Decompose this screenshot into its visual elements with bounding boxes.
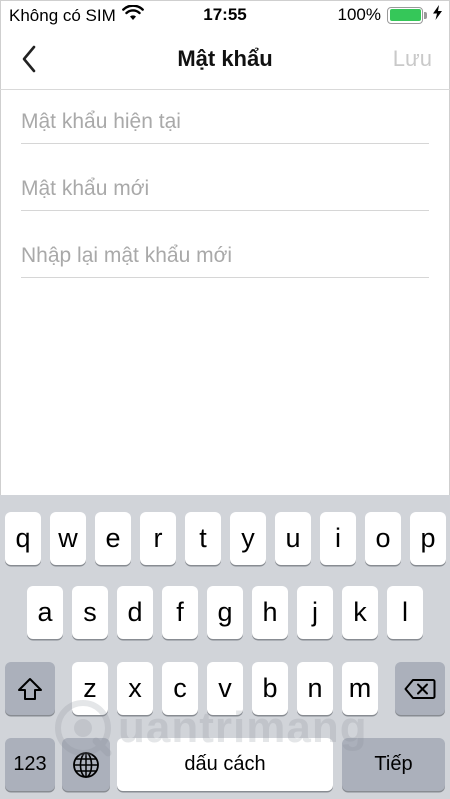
key-o[interactable]: o <box>365 512 401 565</box>
key-n[interactable]: n <box>297 662 333 715</box>
key-s[interactable]: s <box>72 586 108 639</box>
key-v[interactable]: v <box>207 662 243 715</box>
shift-key[interactable] <box>5 662 55 715</box>
return-key[interactable]: Tiếp <box>342 738 445 791</box>
globe-key[interactable] <box>62 738 110 791</box>
charging-bolt-icon <box>433 5 442 25</box>
current-password-field <box>21 100 429 144</box>
new-password-field <box>21 167 429 211</box>
key-j[interactable]: j <box>297 586 333 639</box>
battery-icon <box>387 6 427 24</box>
status-right: 100% <box>338 5 442 25</box>
confirm-password-field <box>21 234 429 278</box>
battery-percent: 100% <box>337 5 381 24</box>
status-bar: Không có SIM 17:55 100% <box>0 0 450 30</box>
key-t[interactable]: t <box>185 512 221 565</box>
key-b[interactable]: b <box>252 662 288 715</box>
backspace-icon <box>404 678 436 699</box>
confirm-password-input[interactable] <box>21 234 429 277</box>
space-key[interactable]: dấu cách <box>117 738 333 791</box>
key-e[interactable]: e <box>95 512 131 565</box>
key-f[interactable]: f <box>162 586 198 639</box>
key-p[interactable]: p <box>410 512 446 565</box>
nav-bar: Mật khẩu Lưu <box>0 30 450 90</box>
battery-fill <box>389 9 421 21</box>
save-button[interactable]: Lưu <box>393 46 432 72</box>
backspace-key[interactable] <box>395 662 445 715</box>
current-password-input[interactable] <box>21 100 429 143</box>
page-title: Mật khẩu <box>177 46 273 71</box>
key-i[interactable]: i <box>320 512 356 565</box>
key-q[interactable]: q <box>5 512 41 565</box>
key-y[interactable]: y <box>230 512 266 565</box>
key-z[interactable]: z <box>72 662 108 715</box>
key-l[interactable]: l <box>387 586 423 639</box>
keyboard: q w e r t y u i o p a s d f g h j k l z … <box>0 495 450 799</box>
key-d[interactable]: d <box>117 586 153 639</box>
numbers-key[interactable]: 123 <box>5 738 55 791</box>
key-h[interactable]: h <box>252 586 288 639</box>
key-c[interactable]: c <box>162 662 198 715</box>
key-k[interactable]: k <box>342 586 378 639</box>
key-u[interactable]: u <box>275 512 311 565</box>
key-r[interactable]: r <box>140 512 176 565</box>
new-password-input[interactable] <box>21 167 429 210</box>
key-g[interactable]: g <box>207 586 243 639</box>
key-w[interactable]: w <box>50 512 86 565</box>
key-a[interactable]: a <box>27 586 63 639</box>
globe-icon <box>73 751 99 778</box>
key-x[interactable]: x <box>117 662 153 715</box>
shift-icon <box>18 677 42 700</box>
key-m[interactable]: m <box>342 662 378 715</box>
